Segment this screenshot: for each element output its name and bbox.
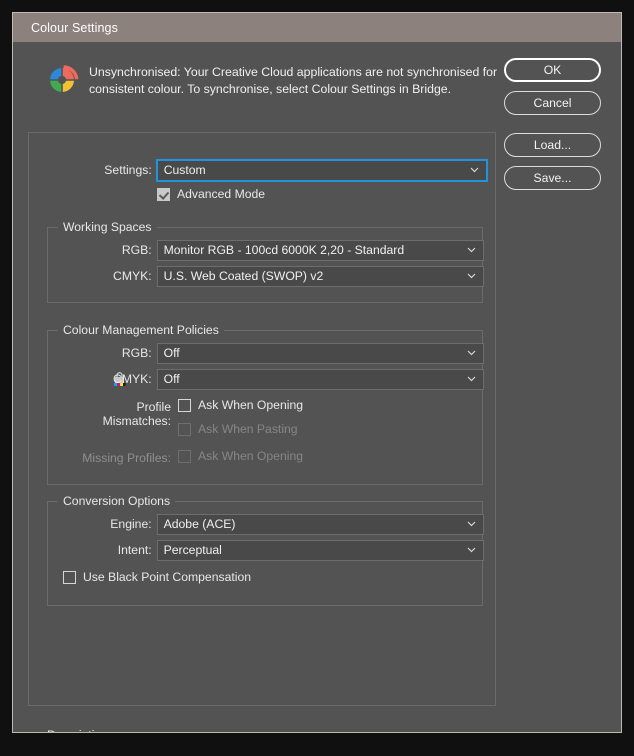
settings-select[interactable]: Custom bbox=[155, 158, 489, 182]
cancel-button[interactable]: Cancel bbox=[504, 91, 601, 115]
working-spaces-cmyk-label: CMYK: bbox=[113, 269, 152, 283]
policies-cmyk-value: Off bbox=[163, 372, 180, 386]
conversion-intent-select[interactable]: Perceptual bbox=[156, 539, 484, 561]
chevron-down-icon bbox=[470, 165, 479, 174]
ok-button[interactable]: OK bbox=[504, 58, 601, 82]
missing-profiles-ask-opening-row: Ask When Opening bbox=[178, 449, 303, 463]
policies-cmyk-label: CMYK: bbox=[113, 372, 152, 386]
profile-mismatches-label: Profile Mismatches: bbox=[102, 400, 171, 428]
missing-profiles-ask-opening-label: Ask When Opening bbox=[198, 449, 304, 463]
colour-management-policies-title: Colour Management Policies bbox=[58, 323, 224, 337]
working-spaces-rgb-value: Monitor RGB - 100cd 6000K 2,20 - Standar… bbox=[163, 243, 405, 257]
black-point-compensation-checkbox[interactable] bbox=[63, 570, 76, 584]
profile-mismatches-ask-pasting-checkbox bbox=[178, 422, 191, 436]
settings-select-value: Custom bbox=[163, 163, 206, 177]
working-spaces-cmyk-select[interactable]: U.S. Web Coated (SWOP) v2 bbox=[156, 265, 484, 287]
missing-profiles-ask-opening-checkbox bbox=[178, 449, 191, 463]
settings-content-panel: Settings: Custom Advanced Mode Working S… bbox=[28, 132, 496, 732]
conversion-options-group: Conversion Options Engine: Adobe (ACE) I… bbox=[47, 494, 484, 606]
chevron-down-icon bbox=[467, 245, 476, 254]
advanced-mode-checkbox-row[interactable]: Advanced Mode bbox=[157, 187, 265, 201]
policies-rgb-label: RGB: bbox=[121, 346, 152, 360]
conversion-intent-row: Intent: Perceptual bbox=[30, 539, 484, 561]
working-spaces-title: Working Spaces bbox=[58, 220, 157, 234]
settings-row: Settings: Custom bbox=[29, 158, 489, 182]
chevron-down-icon bbox=[467, 545, 476, 554]
profile-mismatches-ask-opening-checkbox[interactable] bbox=[178, 398, 191, 412]
working-spaces-rgb-label: RGB: bbox=[121, 243, 152, 257]
chevron-down-icon bbox=[467, 374, 476, 383]
black-point-compensation-row[interactable]: Use Black Point Compensation bbox=[63, 570, 251, 584]
conversion-intent-label: Intent: bbox=[117, 543, 152, 557]
conversion-intent-value: Perceptual bbox=[163, 543, 222, 557]
working-spaces-cmyk-row: CMYK: U.S. Web Coated (SWOP) v2 bbox=[30, 265, 484, 287]
black-point-compensation-label: Use Black Point Compensation bbox=[83, 570, 252, 584]
policies-cmyk-row: CMYK: Off bbox=[30, 368, 484, 390]
description-label: Description: bbox=[47, 728, 111, 732]
policies-rgb-value: Off bbox=[163, 346, 180, 360]
policies-rgb-select[interactable]: Off bbox=[156, 342, 484, 364]
conversion-engine-select[interactable]: Adobe (ACE) bbox=[156, 513, 484, 535]
profile-mismatches-ask-opening-label: Ask When Opening bbox=[198, 398, 304, 412]
dialog-title: Colour Settings bbox=[31, 20, 118, 35]
adobe-color-wheel-icon bbox=[46, 64, 80, 98]
advanced-mode-checkbox[interactable] bbox=[157, 187, 170, 201]
save-button[interactable]: Save... bbox=[504, 166, 601, 190]
conversion-engine-label: Engine: bbox=[110, 517, 152, 531]
working-spaces-cmyk-value: U.S. Web Coated (SWOP) v2 bbox=[163, 269, 324, 283]
load-button[interactable]: Load... bbox=[504, 133, 601, 157]
policies-rgb-row: RGB: Off bbox=[30, 342, 484, 364]
dialog-titlebar: Colour Settings bbox=[13, 13, 621, 42]
working-spaces-group: Working Spaces RGB: Monitor RGB - 100cd … bbox=[47, 220, 484, 303]
chevron-down-icon bbox=[467, 271, 476, 280]
working-spaces-rgb-select[interactable]: Monitor RGB - 100cd 6000K 2,20 - Standar… bbox=[156, 239, 484, 261]
advanced-mode-label: Advanced Mode bbox=[177, 187, 266, 201]
missing-profiles-label: Missing Profiles: bbox=[82, 451, 171, 465]
profile-mismatches-ask-pasting-row: Ask When Pasting bbox=[178, 422, 298, 436]
working-spaces-rgb-row: RGB: Monitor RGB - 100cd 6000K 2,20 - St… bbox=[30, 239, 484, 261]
chevron-down-icon bbox=[467, 519, 476, 528]
settings-label: Settings: bbox=[104, 163, 152, 177]
conversion-engine-row: Engine: Adobe (ACE) bbox=[30, 513, 484, 535]
sync-alert-text: Unsynchronised: Your Creative Cloud appl… bbox=[89, 65, 498, 96]
policies-cmyk-select[interactable]: Off bbox=[156, 368, 484, 390]
profile-mismatches-ask-pasting-label: Ask When Pasting bbox=[198, 422, 298, 436]
chevron-down-icon bbox=[467, 348, 476, 357]
colour-management-policies-group: Colour Management Policies RGB: Off CMYK… bbox=[47, 323, 484, 485]
profile-mismatches-ask-opening-row[interactable]: Ask When Opening bbox=[178, 398, 303, 412]
conversion-options-title: Conversion Options bbox=[58, 494, 176, 508]
dialog-button-column: OK Cancel Load... Save... bbox=[504, 58, 601, 199]
conversion-engine-value: Adobe (ACE) bbox=[163, 517, 236, 531]
colour-settings-dialog: Colour Settings Unsynchronised: Your Cre… bbox=[12, 12, 622, 733]
